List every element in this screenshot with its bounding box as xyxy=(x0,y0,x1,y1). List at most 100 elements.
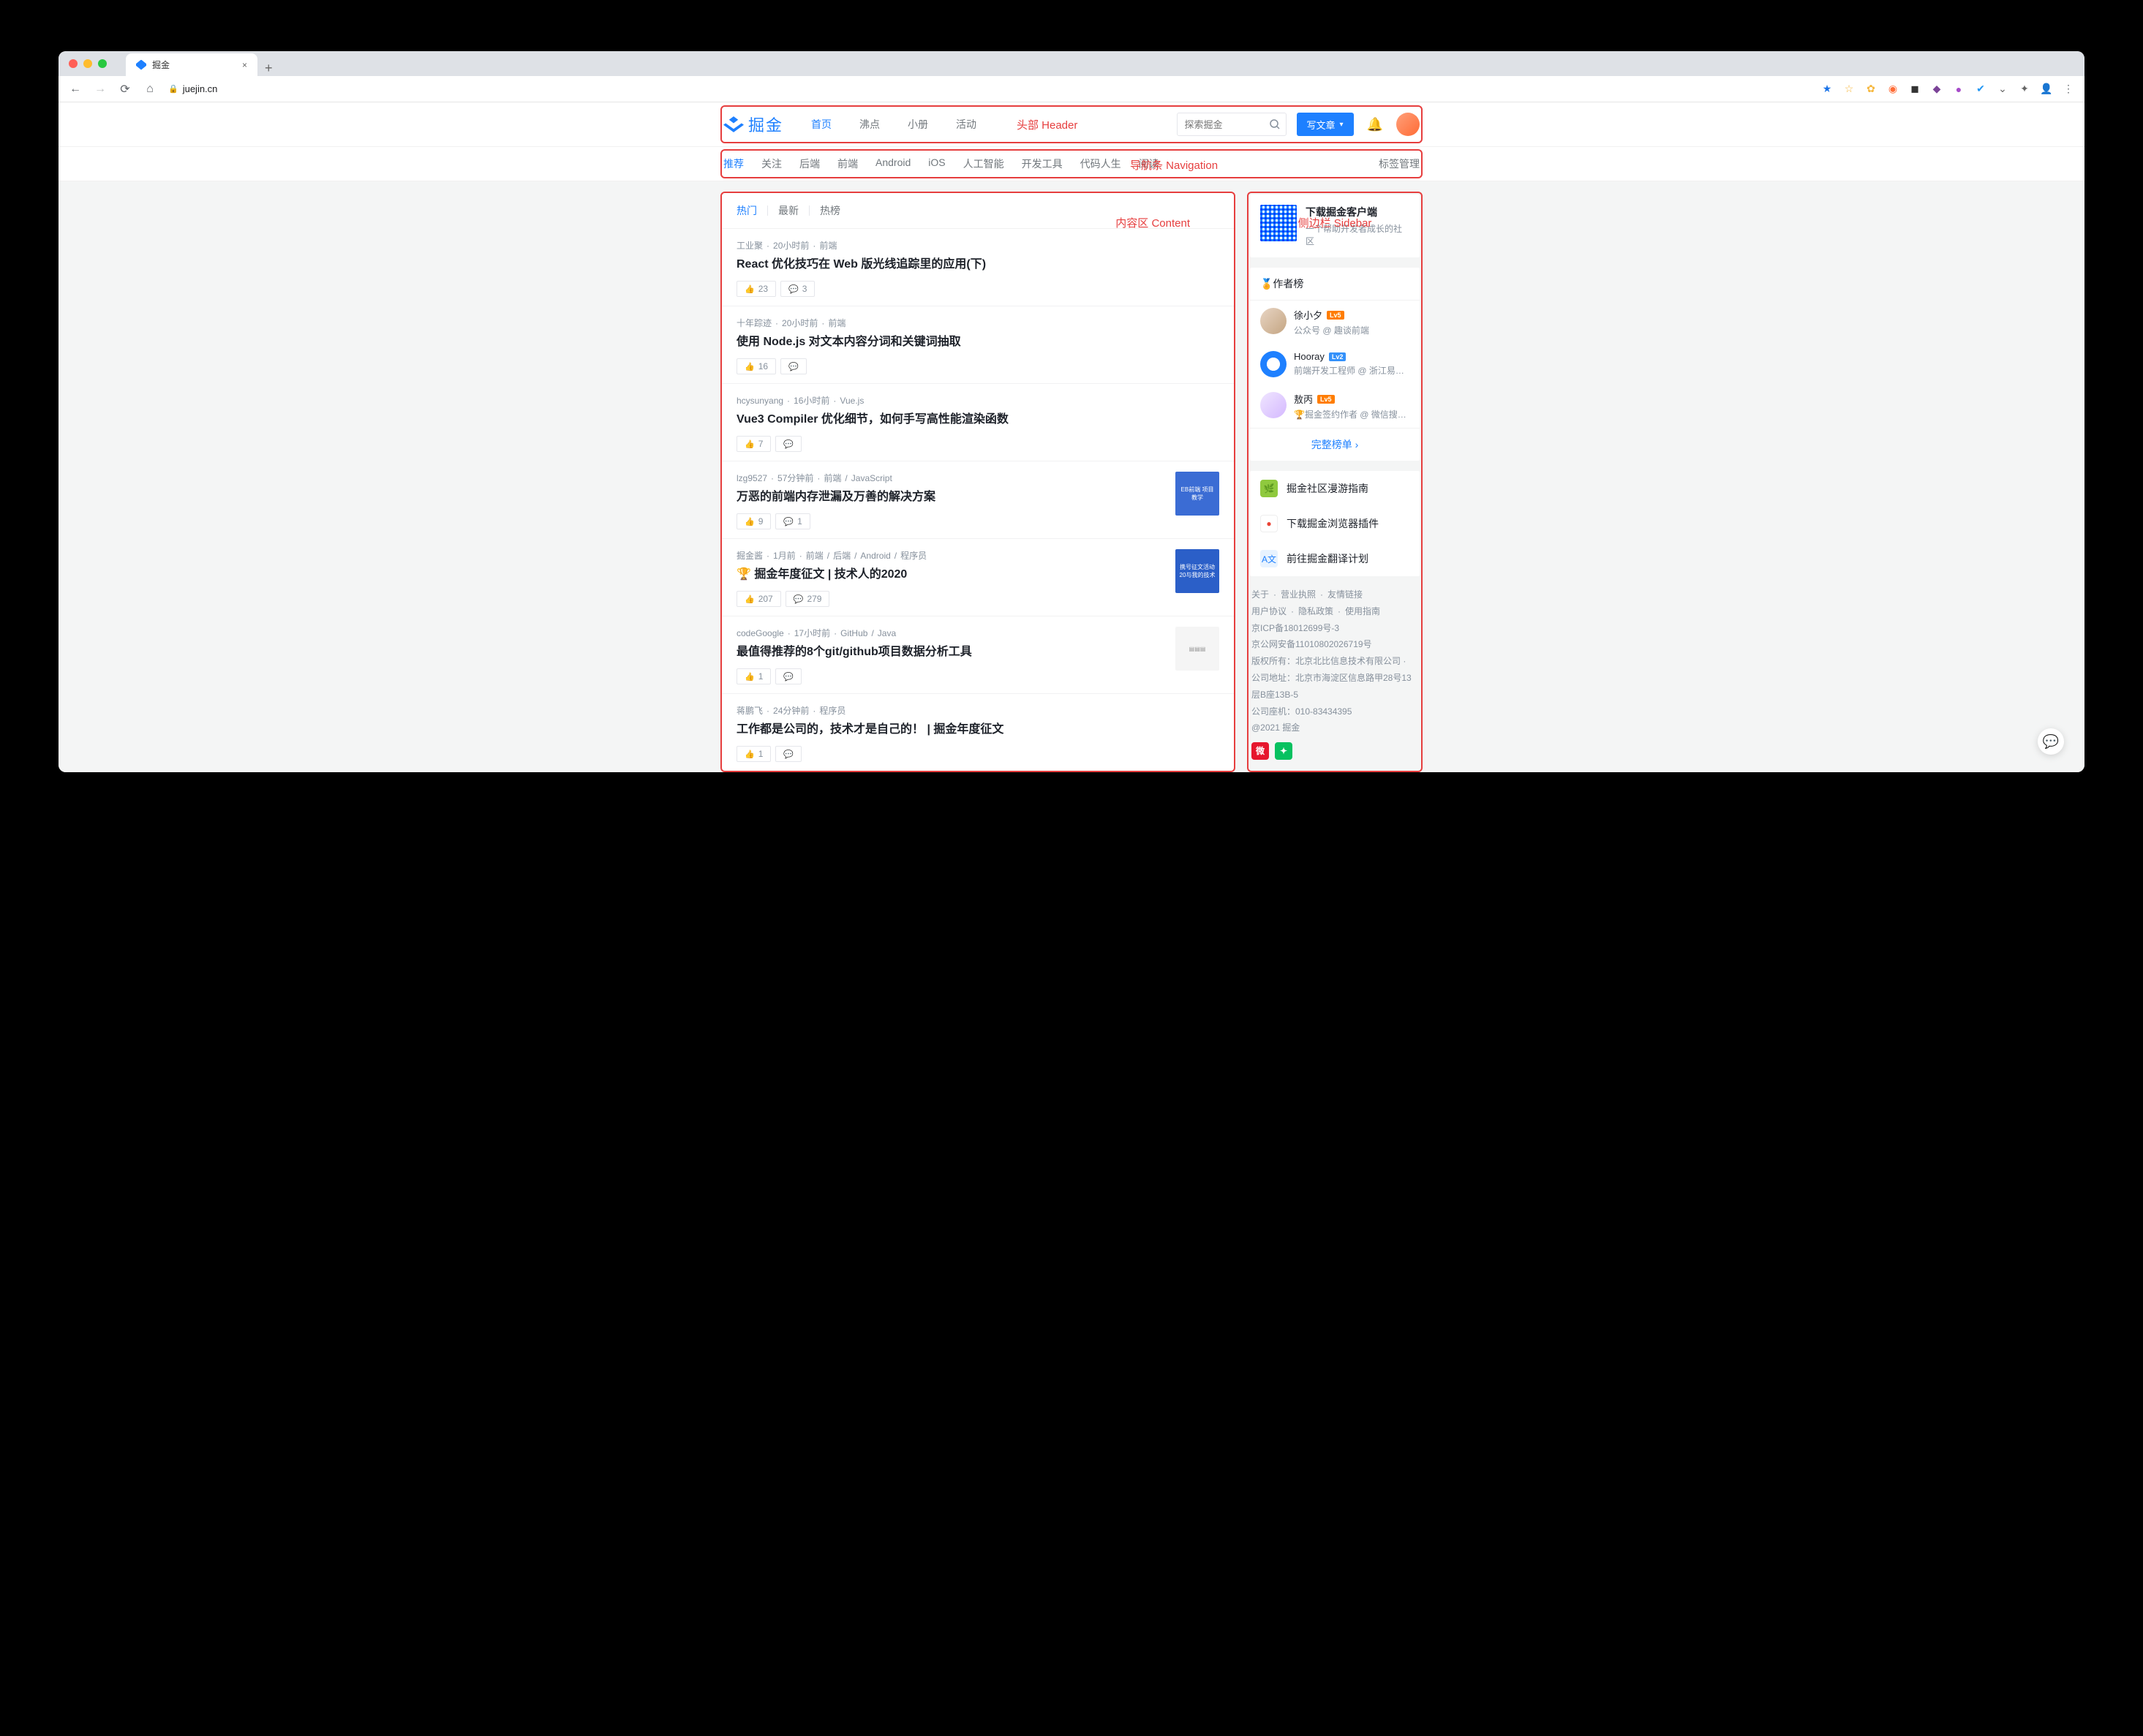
comment-button[interactable]: 💬 xyxy=(775,746,802,762)
thumbs-up-icon: 👍 xyxy=(745,672,755,682)
star-icon[interactable]: ★ xyxy=(1821,83,1833,95)
browser-tab[interactable]: 掘金 × xyxy=(126,53,257,76)
ext-icon[interactable]: ✔ xyxy=(1975,83,1986,95)
article-item[interactable]: hcysunyang·16小时前·Vue.jsVue3 Compiler 优化细… xyxy=(722,383,1234,461)
nav-item-3[interactable]: 活动 xyxy=(946,102,987,146)
category-2[interactable]: 后端 xyxy=(799,156,820,171)
comment-button[interactable]: 💬3 xyxy=(780,281,815,297)
footer-link[interactable]: 营业执照 xyxy=(1281,589,1316,600)
ext-icon[interactable]: ◆ xyxy=(1931,83,1943,95)
quick-link[interactable]: ●下载掘金浏览器插件 xyxy=(1250,506,1420,541)
ext-icon[interactable]: ☆ xyxy=(1843,83,1855,95)
like-button[interactable]: 👍9 xyxy=(737,513,771,529)
like-button[interactable]: 👍7 xyxy=(737,436,771,452)
tag-manager-link[interactable]: 标签管理 xyxy=(1379,156,1420,171)
window-close-dot[interactable] xyxy=(69,59,78,68)
quick-links-card: 🌿掘金社区漫游指南●下载掘金浏览器插件A文前往掘金翻译计划 xyxy=(1250,471,1420,576)
window-maximize-dot[interactable] xyxy=(98,59,107,68)
level-badge: Lv2 xyxy=(1329,352,1347,361)
category-8[interactable]: 代码人生 xyxy=(1080,156,1121,171)
author-item[interactable]: Hooray Lv2前端开发工程师 @ 浙江易… xyxy=(1250,344,1420,385)
home-icon[interactable]: ⌂ xyxy=(143,83,157,96)
quick-link-label: 前往掘金翻译计划 xyxy=(1287,551,1368,566)
close-icon[interactable]: × xyxy=(242,60,247,70)
like-button[interactable]: 👍1 xyxy=(737,746,771,762)
logo[interactable]: 掘金 xyxy=(723,113,783,136)
article-item[interactable]: 工业聚·20小时前·前端React 优化技巧在 Web 版光线追踪里的应用(下)… xyxy=(722,228,1234,306)
chevron-right-icon: › xyxy=(1355,439,1359,450)
like-button[interactable]: 👍207 xyxy=(737,591,781,607)
logo-icon xyxy=(723,116,744,132)
new-tab-button[interactable]: + xyxy=(265,61,273,76)
footer-link[interactable]: 关于 xyxy=(1251,589,1269,600)
category-7[interactable]: 开发工具 xyxy=(1022,156,1063,171)
url-field[interactable]: 🔒 juejin.cn xyxy=(168,83,217,94)
comment-button[interactable]: 💬 xyxy=(775,436,802,452)
logo-text: 掘金 xyxy=(748,113,783,136)
article-meta: codeGoogle·17小时前·GitHub/Java xyxy=(737,627,1219,639)
nav-item-1[interactable]: 沸点 xyxy=(849,102,890,146)
wechat-icon[interactable]: ✦ xyxy=(1275,742,1292,760)
quick-link[interactable]: A文前往掘金翻译计划 xyxy=(1250,541,1420,576)
comment-button[interactable]: 💬 xyxy=(775,668,802,684)
quick-link[interactable]: 🌿掘金社区漫游指南 xyxy=(1250,471,1420,506)
search-box xyxy=(1177,113,1287,136)
category-9[interactable]: 阅读 xyxy=(1139,156,1159,171)
article-title: Vue3 Compiler 优化细节，如何手写高性能渲染函数 xyxy=(737,411,1219,429)
annotation-label: 头部 Header xyxy=(1017,117,1077,132)
category-6[interactable]: 人工智能 xyxy=(963,156,1004,171)
sort-tab-0[interactable]: 热门 xyxy=(737,203,767,218)
category-5[interactable]: iOS xyxy=(928,156,945,171)
avatar[interactable] xyxy=(1396,113,1420,136)
notification-icon[interactable]: 🔔 xyxy=(1367,117,1383,132)
cr2: @2021 掘金 xyxy=(1251,720,1418,736)
write-button[interactable]: 写文章 ▾ xyxy=(1297,113,1354,136)
article-item[interactable]: 蒋鹏飞·24分钟前·程序员工作都是公司的，技术才是自己的！ | 掘金年度征文👍1… xyxy=(722,693,1234,771)
url-text: juejin.cn xyxy=(183,83,218,94)
author-item[interactable]: 徐小夕 Lv5公众号 @ 趣谈前端 xyxy=(1250,301,1420,344)
sort-tab-1[interactable]: 最新 xyxy=(768,203,809,218)
ext-icon[interactable]: ◼ xyxy=(1909,83,1921,95)
like-button[interactable]: 👍1 xyxy=(737,668,771,684)
like-button[interactable]: 👍23 xyxy=(737,281,776,297)
author-item[interactable]: 敖丙 Lv5🏆掘金签约作者 @ 微信搜… xyxy=(1250,385,1420,428)
sort-tab-2[interactable]: 热榜 xyxy=(810,203,851,218)
ext-icon[interactable]: ✿ xyxy=(1865,83,1877,95)
sort-tabs: 热门最新热榜 xyxy=(722,193,1234,228)
comment-icon: 💬 xyxy=(794,595,804,604)
like-button[interactable]: 👍16 xyxy=(737,358,776,374)
quick-link-label: 掘金社区漫游指南 xyxy=(1287,481,1368,496)
nav-item-0[interactable]: 首页 xyxy=(801,102,842,146)
article-item[interactable]: 掘金酱·1月前·前端/后端/Android/程序员🏆 掘金年度征文 | 技术人的… xyxy=(722,538,1234,616)
nav-item-2[interactable]: 小册 xyxy=(897,102,938,146)
ext-icon[interactable]: ◉ xyxy=(1887,83,1899,95)
profile-icon[interactable]: 👤 xyxy=(2041,83,2052,95)
comment-button[interactable]: 💬279 xyxy=(786,591,830,607)
pocket-icon[interactable]: ⌄ xyxy=(1997,83,2008,95)
comment-button[interactable]: 💬1 xyxy=(775,513,810,529)
reload-icon[interactable]: ⟳ xyxy=(118,83,132,96)
forward-icon[interactable]: → xyxy=(94,83,107,96)
thumbs-up-icon: 👍 xyxy=(745,750,755,759)
article-item[interactable]: lzg9527·57分钟前·前端/JavaScript万恶的前端内存泄漏及万善的… xyxy=(722,461,1234,538)
footer-link[interactable]: 隐私政策 xyxy=(1298,606,1333,616)
back-icon[interactable]: ← xyxy=(69,83,82,96)
chat-fab[interactable]: 💬 xyxy=(2038,728,2064,755)
article-item[interactable]: 十年踪迹·20小时前·前端使用 Node.js 对文本内容分词和关键词抽取👍16… xyxy=(722,306,1234,383)
comment-button[interactable]: 💬 xyxy=(780,358,807,374)
category-0[interactable]: 推荐 xyxy=(723,156,744,171)
category-4[interactable]: Android xyxy=(875,156,911,171)
search-icon[interactable] xyxy=(1269,118,1281,134)
window-minimize-dot[interactable] xyxy=(83,59,92,68)
footer-link[interactable]: 友情链接 xyxy=(1327,589,1363,600)
puzzle-icon[interactable]: ✦ xyxy=(2019,83,2030,95)
footer-link[interactable]: 使用指南 xyxy=(1345,606,1380,616)
article-item[interactable]: codeGoogle·17小时前·GitHub/Java最值得推荐的8个git/… xyxy=(722,616,1234,693)
weibo-icon[interactable]: 微 xyxy=(1251,742,1269,760)
category-1[interactable]: 关注 xyxy=(761,156,782,171)
ext-icon[interactable]: ● xyxy=(1953,83,1965,95)
menu-icon[interactable]: ⋮ xyxy=(2063,83,2074,95)
footer-link[interactable]: 用户协议 xyxy=(1251,606,1287,616)
category-3[interactable]: 前端 xyxy=(837,156,858,171)
full-list-link[interactable]: 完整榜单 › xyxy=(1250,428,1420,461)
